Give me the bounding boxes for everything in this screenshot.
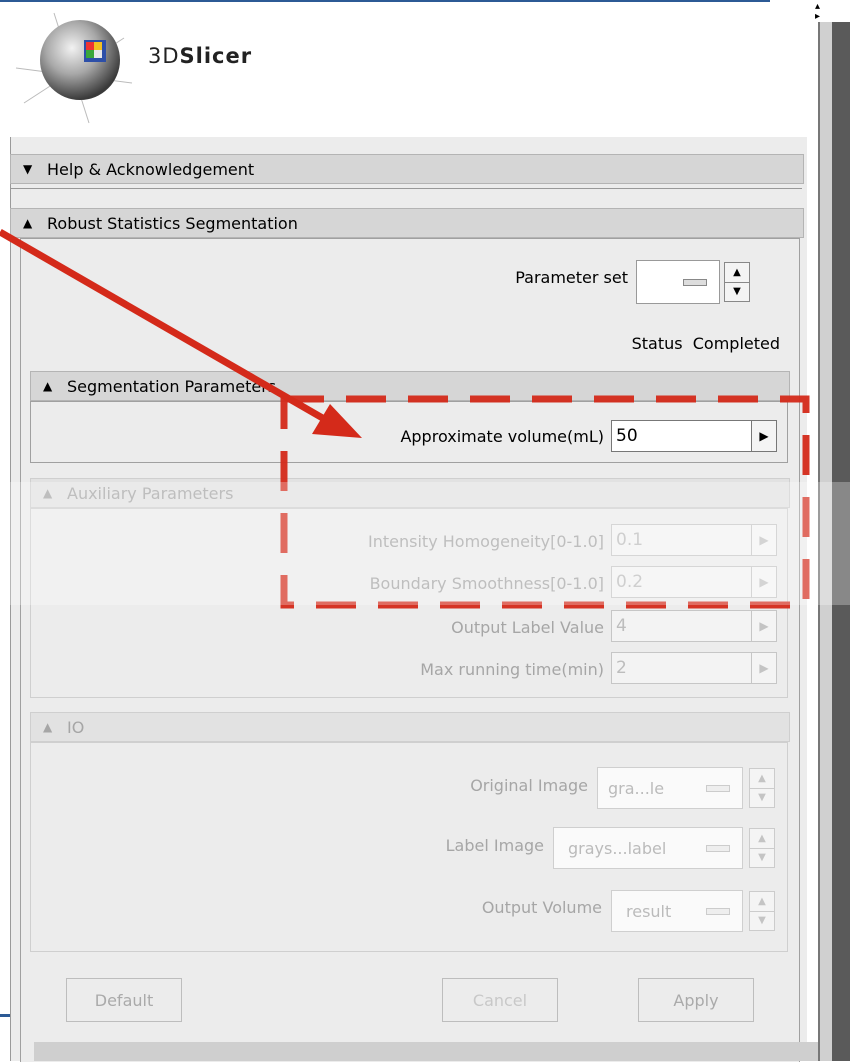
fade-overlay bbox=[0, 482, 850, 605]
